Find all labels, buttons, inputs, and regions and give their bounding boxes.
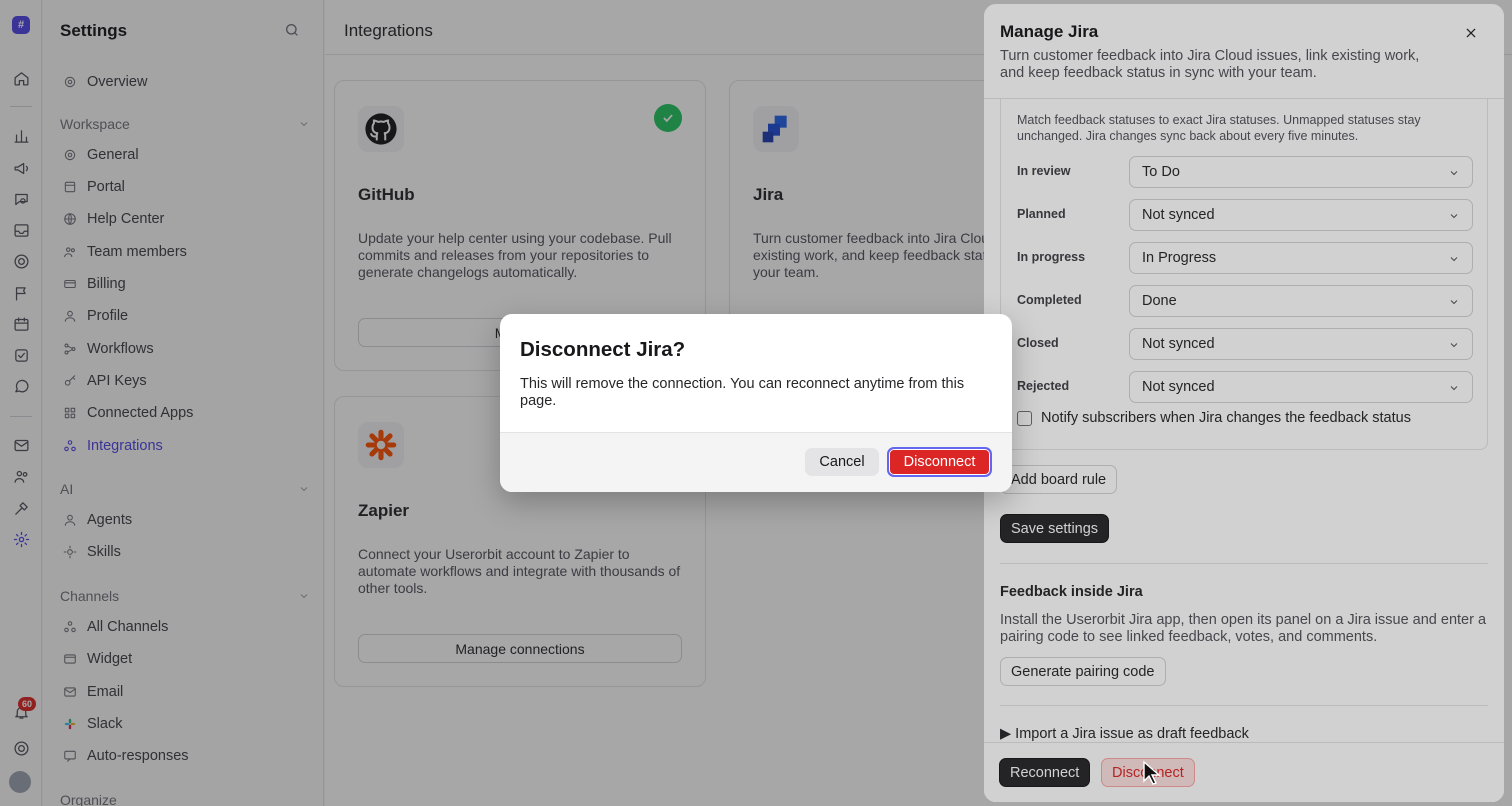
select-value: Done [1142, 293, 1177, 309]
cancel-button[interactable]: Cancel [805, 448, 879, 476]
notify-subscribers-option[interactable]: Notify subscribers when Jira changes the… [1017, 410, 1411, 426]
mapping-label: Completed [1017, 293, 1082, 307]
select-value: Not synced [1142, 207, 1215, 223]
mapping-row: Rejected Not synced [1017, 371, 1473, 403]
notify-checkbox[interactable] [1017, 410, 1032, 426]
chevron-down-icon [1450, 300, 1458, 305]
mapping-label: In progress [1017, 250, 1086, 264]
mapping-label: Planned [1017, 207, 1066, 221]
status-select[interactable]: In Progress [1129, 242, 1473, 274]
reconnect-button[interactable]: Reconnect [999, 758, 1091, 787]
mapping-label: In review [1017, 164, 1071, 178]
status-select[interactable]: Done [1129, 285, 1473, 317]
dialog-title: Disconnect Jira? [520, 338, 686, 361]
select-value: To Do [1142, 164, 1180, 180]
status-select[interactable]: Not synced [1129, 199, 1473, 231]
status-select[interactable]: Not synced [1129, 371, 1473, 403]
mapping-label: Rejected [1017, 379, 1070, 393]
status-select[interactable]: To Do [1129, 156, 1473, 188]
panel-footer: Reconnect Disconnect [984, 742, 1504, 802]
panel-divider [1000, 563, 1488, 564]
mapping-row: Planned Not synced [1017, 199, 1473, 231]
chevron-down-icon [1450, 386, 1458, 391]
manage-jira-panel: Manage Jira Turn customer feedback into … [984, 4, 1504, 802]
select-value: In Progress [1142, 250, 1217, 266]
select-value: Not synced [1142, 336, 1215, 352]
chevron-down-icon [1450, 214, 1458, 219]
mapping-row: In progress In Progress [1017, 242, 1473, 274]
mapping-row: In review To Do [1017, 156, 1473, 188]
confirm-disconnect-button[interactable]: Disconnect [887, 447, 992, 477]
dialog-footer: Cancel Disconnect [500, 432, 1012, 492]
feedback-inside-jira-heading: Feedback inside Jira [1000, 584, 1143, 600]
notify-label: Notify subscribers when Jira changes the… [1041, 410, 1411, 426]
mapping-row: Completed Done [1017, 285, 1473, 317]
select-value: Not synced [1142, 379, 1215, 395]
close-icon[interactable] [1464, 26, 1482, 44]
panel-divider [1000, 705, 1488, 706]
panel-subtitle: Turn customer feedback into Jira Cloud i… [1000, 48, 1420, 81]
import-jira-issue-toggle[interactable]: ▶ Import a Jira issue as draft feedback [1000, 726, 1249, 742]
generate-pairing-code-button[interactable]: Generate pairing code [1000, 657, 1166, 686]
feedback-inside-jira-text: Install the Userorbit Jira app, then ope… [1000, 612, 1487, 645]
disconnect-confirm-dialog: Disconnect Jira? This will remove the co… [500, 314, 1012, 492]
chevron-down-icon [1450, 343, 1458, 348]
save-settings-button[interactable]: Save settings [1000, 514, 1110, 543]
dialog-body: This will remove the connection. You can… [520, 376, 965, 409]
panel-title: Manage Jira [1000, 22, 1099, 41]
chevron-down-icon [1450, 171, 1458, 176]
chevron-down-icon [1450, 257, 1458, 262]
status-mapping-section: Match feedback statuses to exact Jira st… [1000, 98, 1488, 450]
mapping-row: Closed Not synced [1017, 328, 1473, 360]
status-select[interactable]: Not synced [1129, 328, 1473, 360]
mapping-label: Closed [1017, 336, 1059, 350]
status-mapping-note: Match feedback statuses to exact Jira st… [1017, 113, 1421, 143]
add-board-rule-button[interactable]: Add board rule [1000, 465, 1118, 494]
mouse-cursor-icon [1142, 760, 1164, 786]
